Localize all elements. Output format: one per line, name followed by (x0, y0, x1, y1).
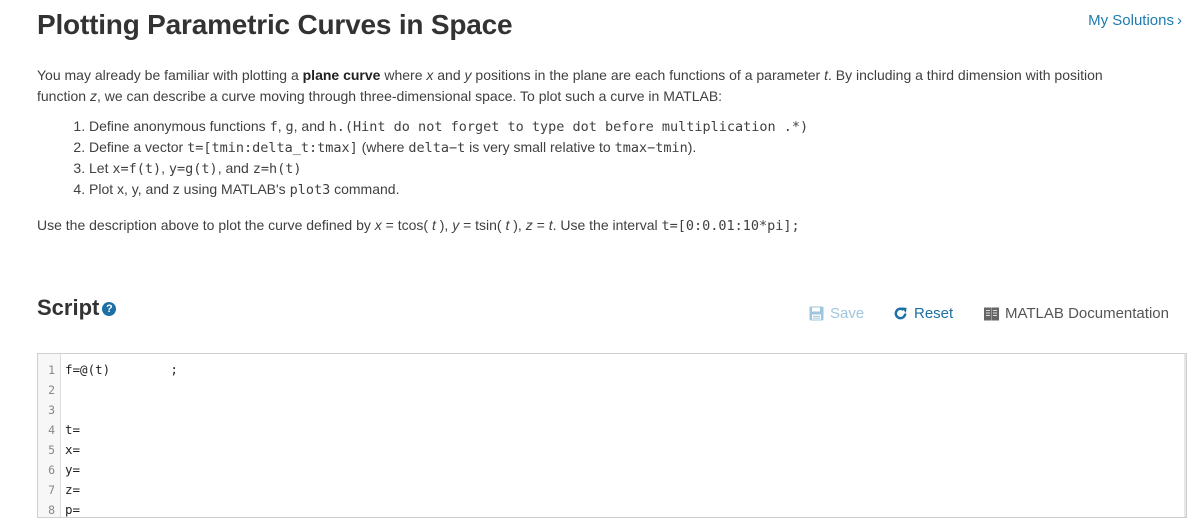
step-code: g (285, 119, 294, 135)
task-text: ), (509, 217, 526, 233)
code-text[interactable]: p= (65, 500, 80, 520)
line-number: 6 (48, 463, 55, 477)
code-text[interactable]: x= (65, 440, 80, 460)
step-code: delta−t (408, 140, 466, 156)
var-z: z (89, 88, 97, 104)
floppy-disk-icon (809, 306, 824, 321)
code-line[interactable]: 2 (38, 380, 1178, 400)
my-solutions-link[interactable]: My Solutions › (1088, 12, 1182, 29)
line-number: 7 (48, 483, 55, 497)
my-solutions-label: My Solutions (1088, 12, 1174, 29)
var-y: y (464, 67, 472, 83)
line-number: 1 (48, 363, 55, 377)
code-line[interactable]: 8 p= (38, 500, 1178, 520)
intro-text: and (433, 67, 465, 83)
line-number: 8 (48, 503, 55, 517)
step-code: tmax−tmin (614, 140, 688, 156)
matlab-documentation-link[interactable]: MATLAB Documentation (984, 305, 1169, 322)
save-label: Save (830, 305, 865, 322)
var-z: z (525, 217, 533, 233)
task-text: ), (435, 217, 453, 233)
step-text: Define anonymous functions (89, 118, 270, 134)
code-line[interactable]: 1 f=@(t) ; (38, 360, 1178, 380)
step-item: Define a vector t=[tmin:delta_t:tmax] (w… (89, 137, 808, 158)
reset-label: Reset (914, 305, 954, 322)
intro-text: where (380, 67, 427, 83)
step-code: plot3 (289, 182, 331, 198)
step-text: , and (293, 118, 329, 134)
line-number: 4 (48, 423, 55, 437)
intro-bold-term: plane curve (302, 67, 381, 83)
step-text: Plot x, y, and z using MATLAB's (89, 181, 290, 197)
step-item: Plot x, y, and z using MATLAB's plot3 co… (89, 179, 808, 200)
step-code: f (269, 119, 278, 135)
step-text: (where (357, 139, 409, 155)
code-line[interactable]: 3 (38, 400, 1178, 420)
book-icon (984, 307, 999, 320)
step-code: t=[tmin:delta_t:tmax] (187, 140, 358, 156)
save-button[interactable]: Save (809, 305, 864, 322)
script-heading: Script? (37, 295, 117, 321)
code-line[interactable]: 5 x= (38, 440, 1178, 460)
task-text: . Use the interval (552, 217, 662, 233)
task-text: = tsin( (459, 217, 506, 233)
intro-text: You may already be familiar with plottin… (37, 67, 303, 83)
chevron-right-icon: › (1177, 12, 1182, 29)
interval-code: t=[0:0.01:10*pi]; (661, 218, 800, 234)
step-item: Let x=f(t), y=g(t), and z=h(t) (89, 158, 808, 179)
code-line[interactable]: 4 t= (38, 420, 1178, 440)
code-editor[interactable]: 1 f=@(t) ; 2 3 4 t= 5 x= 6 y= 7 z= 8 p= (37, 353, 1187, 518)
docs-label: MATLAB Documentation (1005, 305, 1169, 322)
step-code: y=g(t) (168, 161, 218, 177)
step-text: ). (687, 139, 697, 155)
task-text: Use the description above to plot the cu… (37, 217, 375, 233)
step-code: h.(Hint do not forget to type dot before… (328, 119, 809, 135)
step-item: Define anonymous functions f, g, and h.(… (89, 116, 808, 137)
code-text[interactable]: z= (65, 480, 80, 500)
code-line[interactable]: 7 z= (38, 480, 1178, 500)
var-x: x (374, 217, 382, 233)
step-text: command. (330, 181, 400, 197)
step-text: , and (217, 160, 253, 176)
line-number: 5 (48, 443, 55, 457)
step-code: x=f(t) (112, 161, 162, 177)
intro-text: , we can describe a curve moving through… (96, 88, 723, 104)
line-number: 2 (48, 383, 55, 397)
page-title: Plotting Parametric Curves in Space (37, 9, 513, 40)
refresh-icon (894, 307, 907, 320)
code-text[interactable]: y= (65, 460, 80, 480)
script-heading-text: Script (37, 295, 100, 320)
line-number: 3 (48, 403, 55, 417)
step-text: , (161, 160, 169, 176)
code-line[interactable]: 6 y= (38, 460, 1178, 480)
code-text[interactable]: f=@(t) ; (65, 360, 178, 380)
code-text[interactable]: t= (65, 420, 80, 440)
task-text: = (532, 217, 549, 233)
intro-text: positions in the plane are each function… (471, 67, 825, 83)
intro-paragraph: You may already be familiar with plottin… (37, 65, 1137, 107)
reset-button[interactable]: Reset (893, 305, 953, 322)
step-text: is very small relative to (465, 139, 615, 155)
step-text: Let (89, 160, 113, 176)
steps-list: Define anonymous functions f, g, and h.(… (37, 116, 808, 200)
task-text: = tcos( (381, 217, 432, 233)
step-code: z=h(t) (252, 161, 302, 177)
task-description: Use the description above to plot the cu… (37, 217, 800, 234)
help-icon[interactable]: ? (102, 302, 117, 316)
step-text: Define a vector (89, 139, 188, 155)
